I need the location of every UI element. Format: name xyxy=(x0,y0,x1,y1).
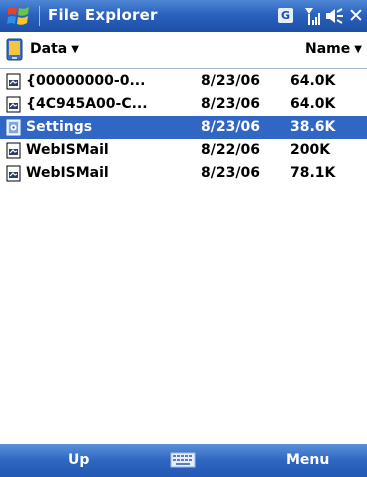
file-size: 38.6K xyxy=(290,119,336,135)
file-icon xyxy=(6,73,21,90)
file-name: {4C945A00-C... xyxy=(26,96,148,112)
file-size: 64.0K xyxy=(290,96,336,112)
settings-file-icon xyxy=(6,119,21,136)
menu-bar: Up Menu xyxy=(0,444,367,477)
volume-icon[interactable] xyxy=(324,7,344,25)
file-name: Settings xyxy=(26,119,93,135)
chevron-down-icon: ▼ xyxy=(354,44,362,55)
file-row-selected[interactable]: Settings 8/23/06 38.6K xyxy=(0,116,367,139)
file-size: 78.1K xyxy=(290,165,336,181)
sort-dropdown[interactable]: Name ▼ xyxy=(305,41,362,57)
up-softkey[interactable]: Up xyxy=(68,452,89,468)
file-date: 8/23/06 xyxy=(201,119,260,135)
folder-dropdown[interactable]: Data ▼ xyxy=(30,41,79,57)
start-button[interactable] xyxy=(0,0,38,32)
file-name: WebISMail xyxy=(26,165,109,181)
file-icon xyxy=(6,142,21,159)
file-icon xyxy=(6,165,21,182)
title-divider xyxy=(39,6,40,26)
app-title: File Explorer xyxy=(48,6,158,24)
signal-strength-icon[interactable] xyxy=(304,6,322,26)
file-row[interactable]: WebISMail 8/22/06 200K xyxy=(0,139,367,162)
file-size: 200K xyxy=(290,142,331,158)
folder-header: Data ▼ Name ▼ xyxy=(0,32,367,69)
title-bar: File Explorer G ✕ xyxy=(0,0,367,32)
file-date: 8/23/06 xyxy=(201,73,260,89)
windows-start-icon xyxy=(7,7,29,25)
chevron-down-icon: ▼ xyxy=(71,44,79,55)
menu-softkey[interactable]: Menu xyxy=(286,452,329,468)
close-icon[interactable]: ✕ xyxy=(346,6,366,26)
file-row[interactable]: {4C945A00-C... 8/23/06 64.0K xyxy=(0,93,367,116)
file-date: 8/23/06 xyxy=(201,96,260,112)
file-date: 8/23/06 xyxy=(201,165,260,181)
device-folder-icon xyxy=(6,38,23,61)
gprs-status-badge[interactable]: G xyxy=(278,8,293,23)
file-icon xyxy=(6,96,21,113)
file-row[interactable]: {00000000-0... 8/23/06 64.0K xyxy=(0,70,367,93)
file-date: 8/22/06 xyxy=(201,142,260,158)
sort-name: Name xyxy=(305,41,351,57)
file-name: WebISMail xyxy=(26,142,109,158)
file-list: {00000000-0... 8/23/06 64.0K {4C945A00-C… xyxy=(0,70,367,185)
file-row[interactable]: WebISMail 8/23/06 78.1K xyxy=(0,162,367,185)
file-name: {00000000-0... xyxy=(26,73,146,89)
keyboard-icon[interactable] xyxy=(170,451,196,469)
folder-name: Data xyxy=(30,41,68,57)
file-size: 64.0K xyxy=(290,73,336,89)
